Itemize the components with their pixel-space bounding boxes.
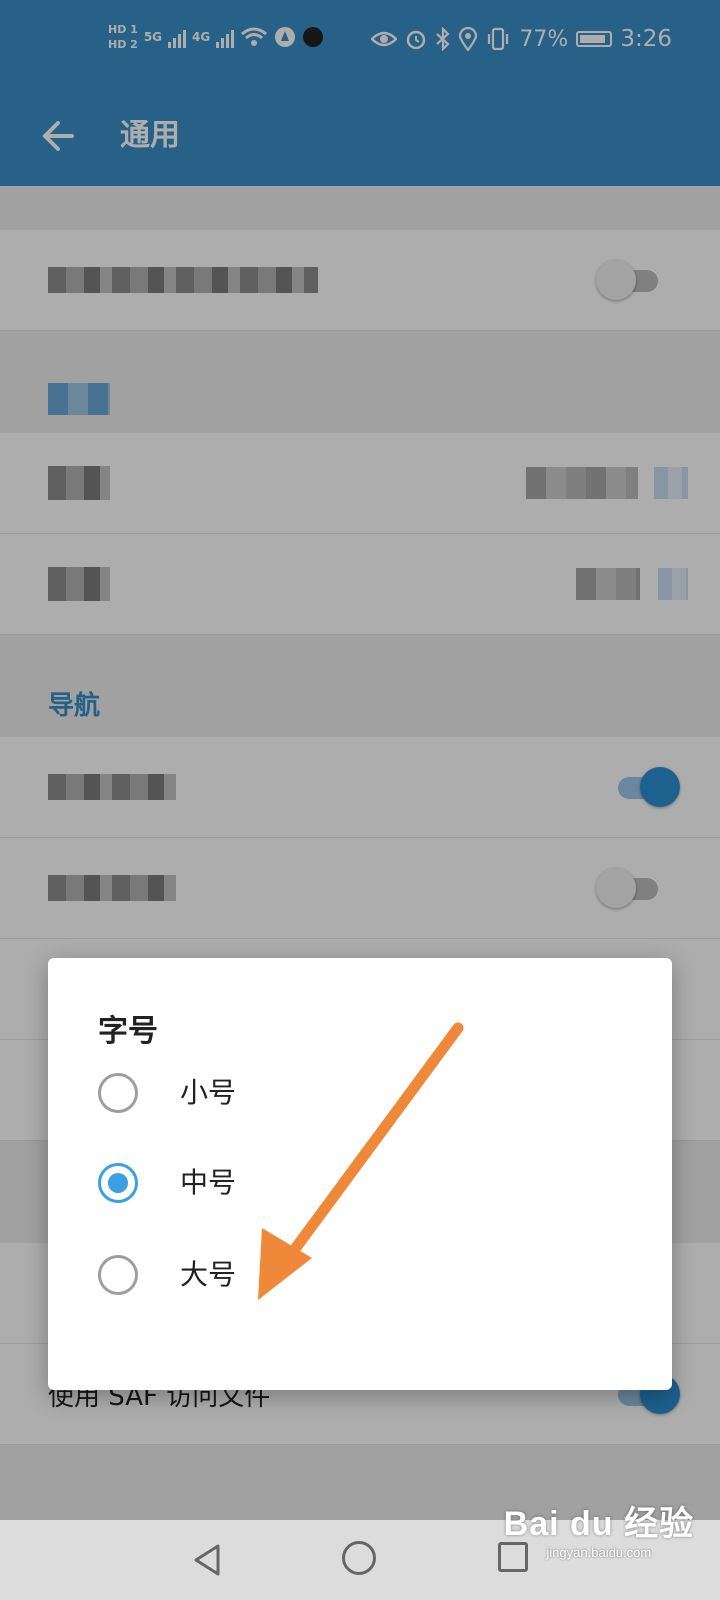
nav-home-icon[interactable] — [342, 1541, 376, 1575]
dialog-title: 字号 — [98, 1014, 158, 1049]
option-large-label: 大号 — [180, 1258, 237, 1291]
nav-back-icon[interactable] — [190, 1542, 226, 1578]
watermark-url: jingyan.baidu.com — [546, 1545, 652, 1560]
radio-small[interactable] — [98, 1073, 138, 1113]
annotation-arrow-icon — [258, 1022, 464, 1300]
baidu-jingyan-watermark: Bai du 经验 jingyan.baidu.com — [504, 1496, 694, 1560]
option-small-label: 小号 — [180, 1076, 237, 1109]
watermark-brand: Bai du 经验 — [503, 1505, 694, 1543]
option-medium-label: 中号 — [180, 1166, 237, 1199]
radio-medium[interactable] — [98, 1163, 138, 1203]
radio-large[interactable] — [98, 1255, 138, 1295]
